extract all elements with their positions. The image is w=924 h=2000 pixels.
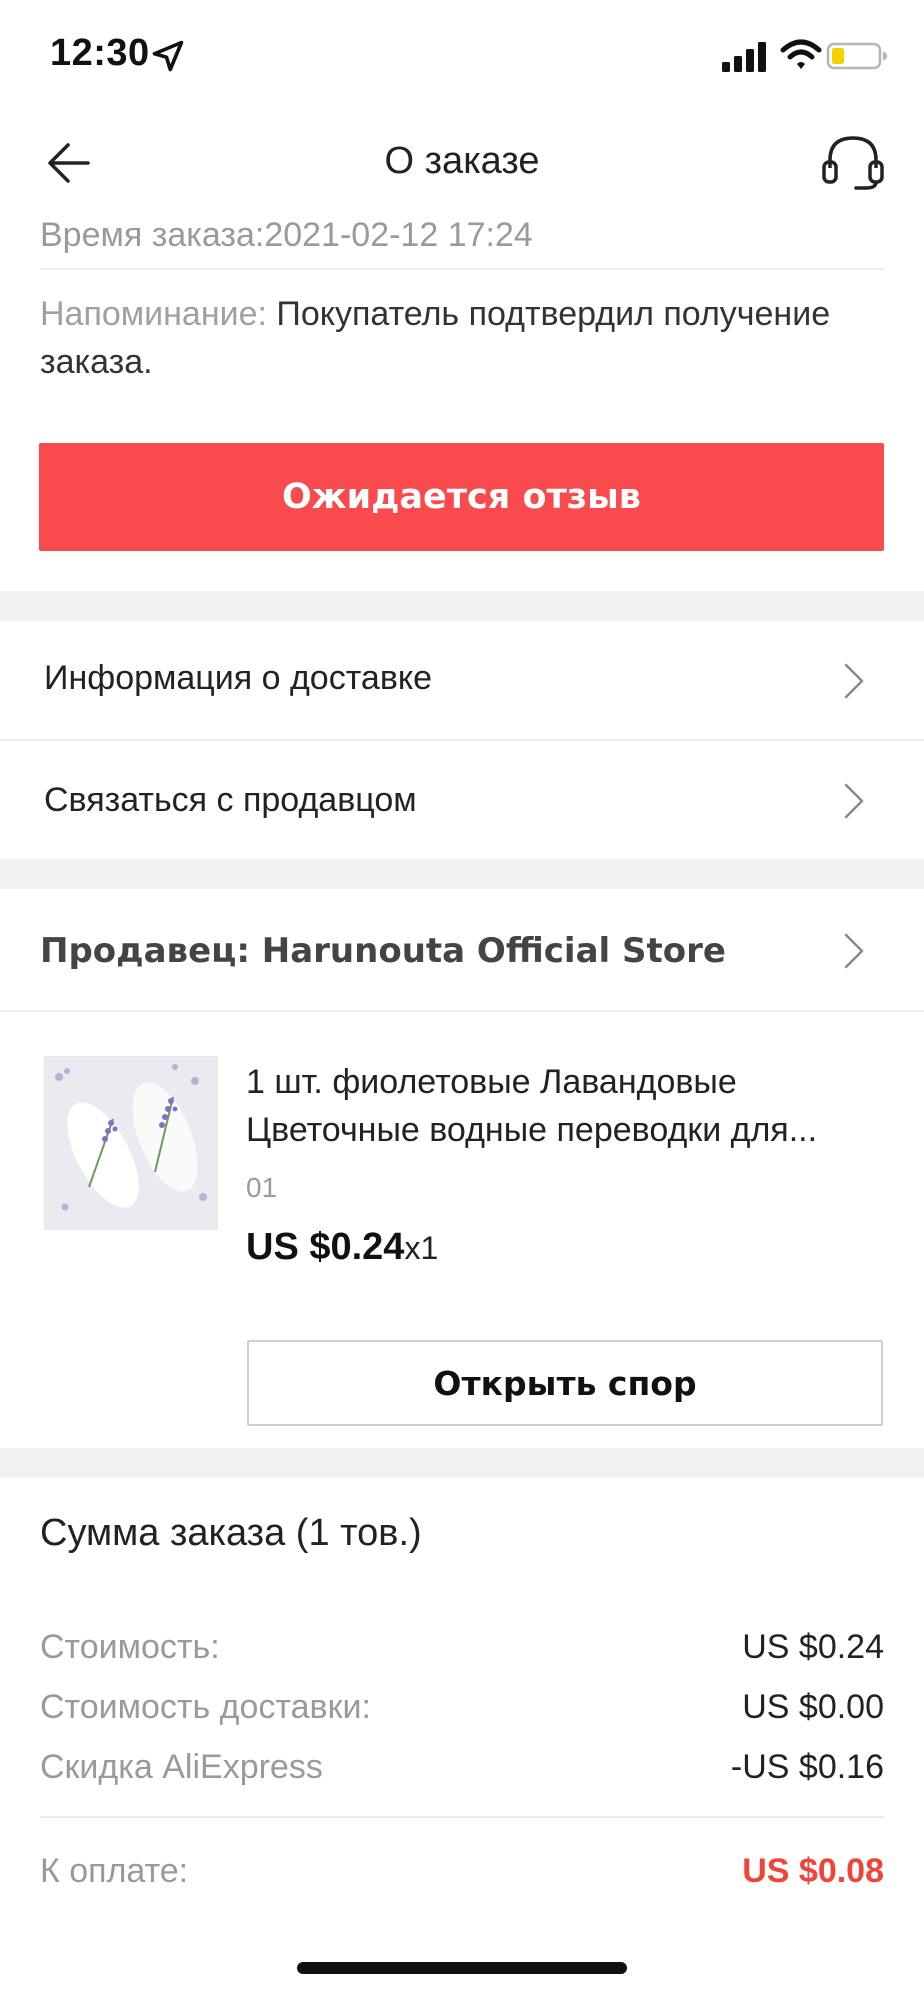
order-time: Время заказа:2021-02-12 17:24 [40, 216, 533, 255]
contact-seller-label: Связаться с продавцом [44, 781, 417, 819]
divider [40, 1816, 884, 1818]
product-quantity: x1 [404, 1230, 439, 1266]
seller-name: Продавец: Harunouta Official Store [40, 931, 726, 971]
summary-title: Сумма заказа (1 тов.) [40, 1512, 422, 1554]
order-time-label: Время заказа: [40, 216, 265, 254]
divider [40, 268, 884, 270]
product-title-line: 1 шт. фиолетовые Лавандовые [246, 1063, 737, 1101]
status-time: 12:30 [50, 32, 150, 74]
page-title: О заказе [384, 140, 540, 182]
product-sku: 01 [246, 1172, 278, 1203]
chevron-right-icon [844, 933, 864, 969]
wifi-icon [780, 39, 822, 69]
discount-label: Скидка AliExpress [40, 1748, 323, 1786]
section-divider [0, 859, 924, 889]
home-indicator[interactable] [297, 1962, 627, 1974]
cellular-signal-icon [722, 42, 766, 72]
divider [0, 1010, 924, 1012]
product-image[interactable] [44, 1056, 218, 1230]
battery-icon [826, 42, 887, 70]
total-value: US $0.08 [742, 1852, 884, 1890]
product-price: US $0.24 [246, 1226, 405, 1268]
order-time-value: 2021-02-12 17:24 [264, 216, 533, 254]
leave-feedback-button[interactable]: Ожидается отзыв [39, 443, 884, 551]
open-dispute-button[interactable]: Открыть спор [247, 1340, 883, 1426]
subtotal-label: Стоимость: [40, 1628, 220, 1666]
location-arrow-icon [152, 40, 184, 72]
section-divider [0, 591, 924, 621]
contact-seller-row[interactable]: Связаться с продавцом [0, 741, 924, 859]
lavender-image [45, 1057, 217, 1229]
chevron-right-icon [844, 783, 864, 819]
shipping-value: US $0.00 [742, 1688, 884, 1726]
chevron-right-icon [844, 663, 864, 699]
product-title-line: Цветочные водные переводки для... [246, 1111, 818, 1149]
headset-icon[interactable] [820, 132, 886, 192]
reminder-label: Напоминание: [40, 295, 267, 333]
delivery-info-label: Информация о доставке [44, 659, 433, 697]
product-title[interactable]: 1 шт. фиолетовые Лавандовые Цветочные во… [246, 1058, 886, 1154]
product-price-line: US $0.24x1 [246, 1226, 438, 1269]
delivery-info-row[interactable]: Информация о доставке [0, 621, 924, 739]
shipping-label: Стоимость доставки: [40, 1688, 371, 1726]
order-reminder: Напоминание: Покупатель подтвердил получ… [40, 290, 880, 386]
section-divider [0, 1448, 924, 1478]
total-label: К оплате: [40, 1852, 189, 1890]
discount-value: -US $0.16 [730, 1748, 884, 1786]
subtotal-value: US $0.24 [742, 1628, 884, 1666]
